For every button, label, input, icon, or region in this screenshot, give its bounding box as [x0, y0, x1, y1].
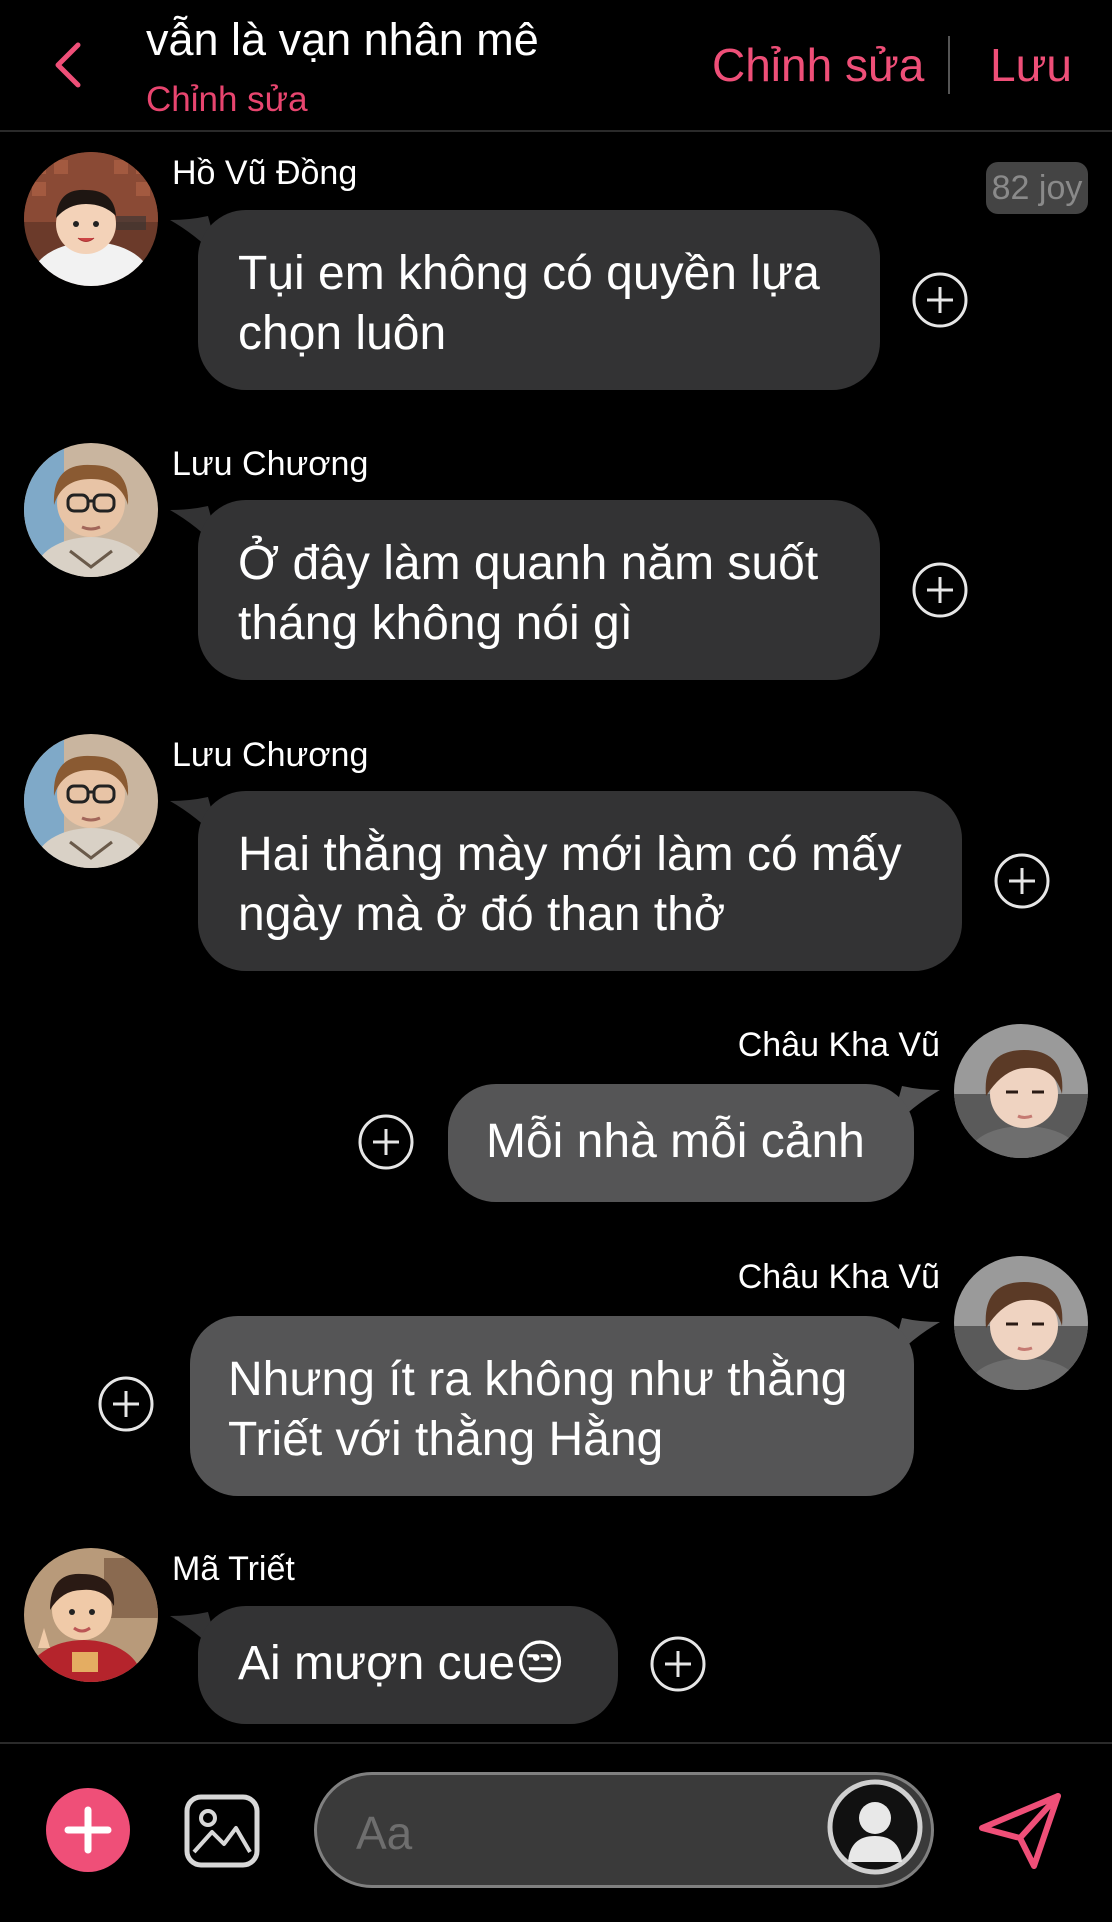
add-reaction-icon[interactable]	[358, 1114, 414, 1170]
sender-name: Mã Triết	[172, 1550, 295, 1588]
message-line: Hai thằng mày mới làm có mấy	[238, 828, 902, 881]
avatar-luu-chuong[interactable]	[24, 443, 158, 577]
message-input-placeholder: Aa	[356, 1807, 413, 1859]
joy-badge: 82 joy	[986, 162, 1088, 214]
add-button[interactable]	[46, 1788, 130, 1872]
message-line: Ở đây làm quanh năm suốt	[238, 537, 819, 590]
message-bubble[interactable]: Ở đây làm quanh năm suốt tháng không nói…	[198, 500, 880, 680]
sender-name: Lưu Chương	[172, 736, 369, 774]
message-line: Triết với thằng Hằng	[228, 1413, 664, 1466]
avatar-ho-vu-dong[interactable]	[24, 152, 158, 286]
plus-icon	[64, 1806, 112, 1854]
send-icon[interactable]	[978, 1790, 1064, 1872]
add-reaction-icon[interactable]	[994, 853, 1050, 909]
message-line: Tụi em không có quyền lựa	[238, 247, 820, 300]
message-bubble[interactable]: Ai mượn cue😒	[198, 1606, 618, 1724]
save-button[interactable]: Lưu	[990, 38, 1072, 92]
avatar-luu-chuong[interactable]	[24, 734, 158, 868]
message-line: chọn luôn	[238, 307, 447, 360]
chat-header: vẫn là vạn nhân mê Chỉnh sửa Chỉnh sửa L…	[0, 0, 1112, 132]
add-reaction-icon[interactable]	[912, 272, 968, 328]
message-line: Mỗi nhà mỗi cảnh	[486, 1115, 865, 1168]
chevron-left-icon[interactable]	[48, 40, 88, 90]
message-line: ngày mà ở đó than thở	[238, 888, 726, 941]
sender-name: Châu Kha Vũ	[737, 1026, 940, 1064]
add-reaction-icon[interactable]	[98, 1376, 154, 1432]
message-bubble[interactable]: Tụi em không có quyền lựa chọn luôn	[198, 210, 880, 390]
message-bubble[interactable]: Hai thằng mày mới làm có mấy ngày mà ở đ…	[198, 791, 962, 971]
message-bubble[interactable]: Mỗi nhà mỗi cảnh	[448, 1084, 914, 1202]
message-bubble[interactable]: Nhưng ít ra không như thằng Triết với th…	[190, 1316, 914, 1496]
avatar-chau-kha-vu[interactable]	[954, 1256, 1088, 1390]
sender-name: Hồ Vũ Đồng	[172, 154, 358, 192]
header-divider	[948, 36, 950, 94]
add-reaction-icon[interactable]	[912, 562, 968, 618]
image-icon[interactable]	[184, 1794, 260, 1868]
user-silhouette-icon[interactable]	[826, 1778, 924, 1876]
sender-name: Lưu Chương	[172, 445, 369, 483]
message-line: Ai mượn cue😒	[238, 1637, 566, 1690]
sender-name: Châu Kha Vũ	[737, 1258, 940, 1296]
avatar-chau-kha-vu[interactable]	[954, 1024, 1088, 1158]
edit-button[interactable]: Chỉnh sửa	[712, 38, 924, 92]
chat-title: vẫn là vạn nhân mê	[146, 14, 539, 65]
chat-subtitle-edit[interactable]: Chỉnh sửa	[146, 80, 308, 120]
message-line: tháng không nói gì	[238, 597, 633, 650]
avatar-ma-triet[interactable]	[24, 1548, 158, 1682]
message-line: Nhưng ít ra không như thằng	[228, 1353, 848, 1406]
add-reaction-icon[interactable]	[650, 1636, 706, 1692]
